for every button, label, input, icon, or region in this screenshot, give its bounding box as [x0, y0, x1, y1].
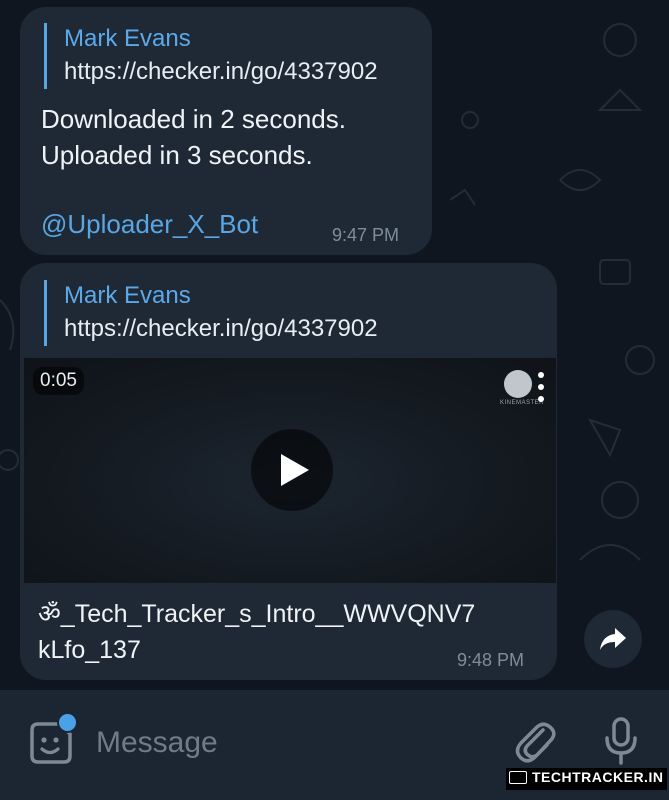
mic-icon[interactable] — [604, 716, 638, 766]
reply-quote[interactable]: Mark Evans https://checker.in/go/4337902 — [44, 23, 378, 89]
message-input[interactable] — [94, 720, 478, 766]
video-duration: 0:05 — [33, 367, 84, 395]
message-text: Downloaded in 2 seconds. Uploaded in 3 s… — [41, 104, 346, 170]
message-time: 9:47 PM — [332, 225, 400, 245]
reply-link[interactable]: https://checker.in/go/4337902 — [64, 55, 378, 89]
video-menu-icon[interactable] — [538, 372, 544, 402]
watermark-logo-icon — [509, 771, 527, 784]
bot-mention-link[interactable]: @Uploader_X_Bot — [41, 209, 258, 240]
forward-button[interactable] — [584, 610, 642, 668]
message-bubble[interactable]: Mark Evans https://checker.in/go/4337902… — [20, 263, 557, 680]
message-time: 9:48 PM — [457, 650, 525, 670]
kinemaster-logo-icon — [504, 370, 532, 398]
video-caption: ॐ_Tech_Tracker_s_Intro__WWVQNV7 kLfo_137 — [38, 600, 476, 664]
video-player[interactable]: 0:05 KINEMASTER — [24, 358, 556, 583]
play-button[interactable] — [251, 429, 333, 511]
reply-sender-name: Mark Evans — [64, 25, 191, 52]
kinemaster-watermark: KINEMASTER — [500, 368, 545, 418]
site-watermark: TECHTRACKER.IN — [506, 768, 668, 790]
kinemaster-label: KINEMASTER — [500, 400, 545, 406]
watermark-text: TECHTRACKER.IN — [532, 769, 664, 785]
reply-quote[interactable]: Mark Evans https://checker.in/go/4337902 — [44, 280, 378, 346]
attach-icon[interactable] — [513, 718, 557, 764]
play-icon — [281, 454, 309, 486]
reply-sender-name: Mark Evans — [64, 282, 191, 309]
notification-dot — [57, 712, 78, 733]
message-bubble[interactable]: Mark Evans https://checker.in/go/4337902… — [20, 7, 432, 255]
forward-icon — [600, 628, 626, 650]
reply-link[interactable]: https://checker.in/go/4337902 — [64, 312, 378, 346]
